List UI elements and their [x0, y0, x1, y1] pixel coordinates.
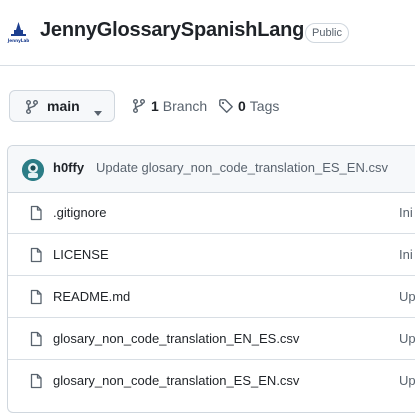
commit-author-avatar[interactable] — [22, 159, 44, 181]
header-divider — [0, 65, 415, 66]
file-icon — [28, 373, 44, 394]
tags-link[interactable]: 0 Tags — [218, 98, 279, 114]
file-commit-message[interactable]: Ini — [399, 247, 413, 262]
file-commit-message[interactable]: Up — [399, 331, 415, 346]
tag-count-label: Tags — [249, 98, 280, 114]
table-row: glosary_non_code_translation_EN_ES.csv U… — [8, 319, 415, 360]
file-commit-message[interactable]: Up — [399, 289, 415, 304]
svg-text:JennyLab: JennyLab — [7, 38, 30, 43]
owner-avatar[interactable]: JennyLab — [6, 20, 31, 45]
commit-message-link[interactable]: Update glosary_non_code_translation_ES_E… — [96, 160, 388, 175]
file-name-link[interactable]: glosary_non_code_translation_ES_EN.csv — [53, 373, 299, 388]
table-row: LICENSE Ini — [8, 235, 415, 276]
file-name-link[interactable]: LICENSE — [53, 247, 109, 262]
file-icon — [28, 331, 44, 352]
file-icon — [28, 247, 44, 268]
commit-author-link[interactable]: h0ffy — [53, 160, 84, 175]
branch-count: 1 — [151, 98, 159, 114]
repo-page: JennyLab JennyGlossarySpanishLang Public… — [0, 0, 415, 415]
branch-selector-button[interactable]: main — [9, 90, 115, 122]
file-table: h0ffy Update glosary_non_code_translatio… — [7, 145, 415, 413]
latest-commit-row: h0ffy Update glosary_non_code_translatio… — [8, 146, 415, 193]
file-name-link[interactable]: .gitignore — [53, 205, 106, 220]
file-icon — [28, 289, 44, 310]
branch-count-label: Branch — [162, 98, 208, 114]
file-commit-message[interactable]: Up — [399, 373, 415, 388]
chevron-down-icon — [94, 104, 102, 122]
branches-link[interactable]: 1 Branch — [131, 98, 207, 114]
repo-name-link[interactable]: JennyGlossarySpanishLang — [40, 19, 304, 42]
branch-name: main — [47, 98, 80, 114]
file-icon — [28, 205, 44, 226]
owner-logo-icon: JennyLab — [6, 20, 31, 45]
table-row: .gitignore Ini — [8, 193, 415, 234]
file-commit-message[interactable]: Ini — [399, 205, 413, 220]
tag-icon — [218, 98, 234, 114]
visibility-badge: Public — [305, 23, 349, 43]
file-name-link[interactable]: glosary_non_code_translation_EN_ES.csv — [53, 331, 299, 346]
table-row: README.md Up — [8, 277, 415, 318]
git-branch-icon — [131, 98, 147, 114]
git-branch-icon — [24, 99, 40, 120]
table-row: glosary_non_code_translation_ES_EN.csv U… — [8, 361, 415, 402]
file-name-link[interactable]: README.md — [53, 289, 130, 304]
tag-count: 0 — [238, 98, 246, 114]
